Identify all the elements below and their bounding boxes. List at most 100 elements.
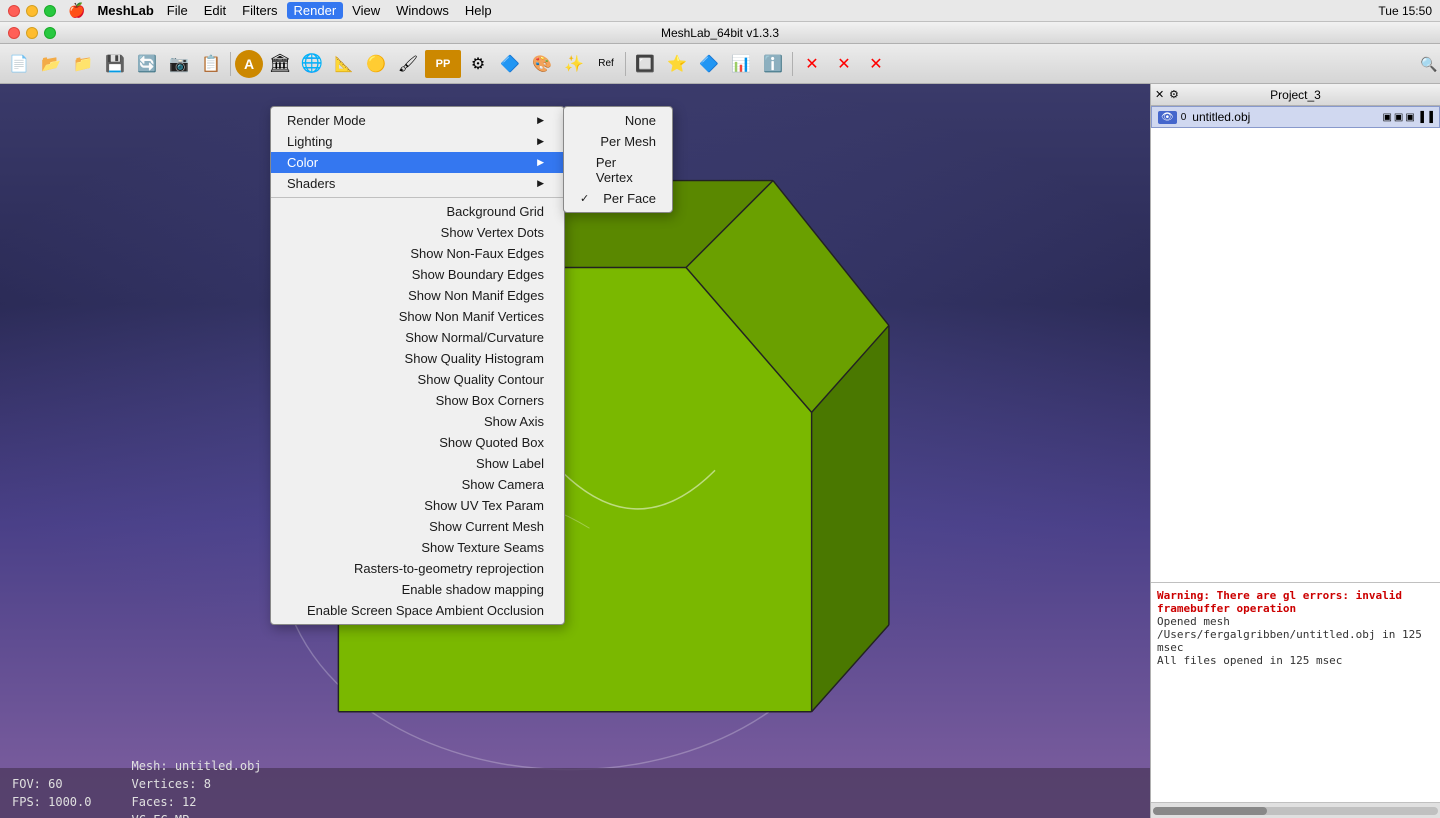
menu-show-current-mesh[interactable]: Show Current Mesh [271, 516, 564, 537]
reload-btn[interactable]: 🔄 [132, 49, 162, 79]
apple-menu[interactable]: 🍎 [68, 2, 85, 19]
minimize-button[interactable] [26, 5, 38, 17]
menu-shadow-mapping[interactable]: Enable shadow mapping [271, 579, 564, 600]
sep2 [625, 52, 626, 76]
layer-controls: ▣ ▣ ▣ ▐ ▐ [1382, 112, 1433, 123]
delete-btn[interactable]: ✕ [797, 49, 827, 79]
save-btn[interactable]: 💾 [100, 49, 130, 79]
log-line1: Opened mesh [1157, 615, 1434, 628]
menu-show-box-corners[interactable]: Show Box Corners [271, 390, 564, 411]
layer-btn4[interactable]: ▐ [1417, 112, 1424, 123]
clock: Tue 15:50 [1378, 4, 1432, 18]
render-menu[interactable]: Render Mode Lighting Color Shaders Backg… [270, 106, 565, 625]
app-name: MeshLab [97, 3, 153, 18]
new-btn[interactable]: 📄 [4, 49, 34, 79]
delete3-btn[interactable]: ✕ [861, 49, 891, 79]
menu-show-quoted-box[interactable]: Show Quoted Box [271, 432, 564, 453]
menu-show-normal[interactable]: Show Normal/Curvature [271, 327, 564, 348]
menu-background-grid[interactable]: Background Grid [271, 201, 564, 222]
layer-visibility-icon[interactable]: 👁 [1158, 111, 1177, 124]
menu-show-camera[interactable]: Show Camera [271, 474, 564, 495]
screenshot-btn[interactable]: 📷 [164, 49, 194, 79]
menu-windows[interactable]: Windows [389, 2, 456, 19]
layer-btn3[interactable]: ▣ [1405, 112, 1414, 123]
sep1 [230, 52, 231, 76]
menu-show-boundary[interactable]: Show Boundary Edges [271, 264, 564, 285]
project-settings-icon[interactable]: ⚙ [1169, 88, 1179, 101]
btn5[interactable]: 🟡 [361, 49, 391, 79]
color-per-face[interactable]: ✓ Per Face [564, 188, 672, 209]
menu-ssao[interactable]: Enable Screen Space Ambient Occlusion [271, 600, 564, 621]
layers-btn[interactable]: 📋 [196, 49, 226, 79]
log-line4: All files opened in 125 msec [1157, 654, 1434, 667]
menu-rasters[interactable]: Rasters-to-geometry reprojection [271, 558, 564, 579]
btn3[interactable]: 🌐 [297, 49, 327, 79]
menu-view[interactable]: View [345, 2, 387, 19]
scrollbar-track[interactable] [1153, 807, 1438, 815]
search-icon[interactable]: 🔍 [1420, 56, 1436, 72]
log-line2: /Users/fergalgribben/untitled.obj in 125 [1157, 628, 1434, 641]
pp-btn[interactable]: PP [425, 50, 461, 78]
info-btn[interactable]: ℹ️ [758, 49, 788, 79]
btn13[interactable]: ⭐ [662, 49, 692, 79]
menu-show-non-faux[interactable]: Show Non-Faux Edges [271, 243, 564, 264]
btn10[interactable]: 🎨 [527, 49, 557, 79]
menu-show-non-manif-vert[interactable]: Show Non Manif Vertices [271, 306, 564, 327]
menu-show-texture-seams[interactable]: Show Texture Seams [271, 537, 564, 558]
viewport[interactable]: FOV: 60 FPS: 1000.0 Mesh: untitled.obj V… [0, 84, 1150, 818]
menu-sep1 [271, 197, 564, 198]
win-minimize[interactable] [26, 27, 38, 39]
reference-btn[interactable]: Ref [591, 49, 621, 79]
menu-show-uv[interactable]: Show UV Tex Param [271, 495, 564, 516]
project-close-icon[interactable]: ✕ [1155, 88, 1164, 101]
btn11[interactable]: ✨ [559, 49, 589, 79]
menu-show-vertex-dots[interactable]: Show Vertex Dots [271, 222, 564, 243]
btn12[interactable]: 🔲 [630, 49, 660, 79]
color-per-vertex[interactable]: Per Vertex [564, 152, 672, 188]
btn2[interactable]: 🏛 [265, 49, 295, 79]
scrollbar-thumb[interactable] [1153, 807, 1267, 815]
layer-name: untitled.obj [1192, 110, 1250, 124]
menu-edit[interactable]: Edit [197, 2, 233, 19]
btn14[interactable]: 🔷 [694, 49, 724, 79]
menu-lighting[interactable]: Lighting [271, 131, 564, 152]
log-panel: Warning: There are gl errors: invalid fr… [1151, 582, 1440, 802]
bottom-scrollbar[interactable] [1151, 802, 1440, 818]
menu-show-non-manif-edges[interactable]: Show Non Manif Edges [271, 285, 564, 306]
menu-color[interactable]: Color [271, 152, 564, 173]
menu-show-quality-contour[interactable]: Show Quality Contour [271, 369, 564, 390]
mesh-status: Mesh: untitled.obj Vertices: 8 Faces: 12… [131, 757, 261, 818]
open-btn[interactable]: 📂 [36, 49, 66, 79]
delete2-btn[interactable]: ✕ [829, 49, 859, 79]
maximize-button[interactable] [44, 5, 56, 17]
menu-render[interactable]: Render [287, 2, 344, 19]
layer-btn1[interactable]: ▣ [1382, 112, 1391, 123]
layer-btn5[interactable]: ▐ [1426, 112, 1433, 123]
color-none[interactable]: None [564, 110, 672, 131]
btn8[interactable]: ⚙ [463, 49, 493, 79]
btn9[interactable]: 🔷 [495, 49, 525, 79]
open2-btn[interactable]: 📁 [68, 49, 98, 79]
color-per-mesh[interactable]: Per Mesh [564, 131, 672, 152]
project-title: Project_3 [1270, 88, 1321, 102]
menu-render-mode[interactable]: Render Mode [271, 110, 564, 131]
menu-show-label[interactable]: Show Label [271, 453, 564, 474]
layer-btn2[interactable]: ▣ [1394, 112, 1403, 123]
layer-row[interactable]: 👁 0 untitled.obj ▣ ▣ ▣ ▐ ▐ [1151, 106, 1440, 128]
win-maximize[interactable] [44, 27, 56, 39]
color-submenu[interactable]: None Per Mesh Per Vertex ✓ Per Face [563, 106, 673, 213]
menu-filters[interactable]: Filters [235, 2, 284, 19]
btn4[interactable]: 📐 [329, 49, 359, 79]
search-area: 🔍 [1420, 56, 1436, 72]
close-button[interactable] [8, 5, 20, 17]
render-mode-btn[interactable]: A [235, 50, 263, 78]
menu-shaders[interactable]: Shaders [271, 173, 564, 194]
btn15[interactable]: 📊 [726, 49, 756, 79]
menu-show-axis[interactable]: Show Axis [271, 411, 564, 432]
win-close[interactable] [8, 27, 20, 39]
right-panel-title-bar: ✕ ⚙ Project_3 [1151, 84, 1440, 106]
btn6[interactable]: 🖌 [393, 49, 423, 79]
menu-help[interactable]: Help [458, 2, 499, 19]
menu-show-quality-histogram[interactable]: Show Quality Histogram [271, 348, 564, 369]
menu-file[interactable]: File [160, 2, 195, 19]
